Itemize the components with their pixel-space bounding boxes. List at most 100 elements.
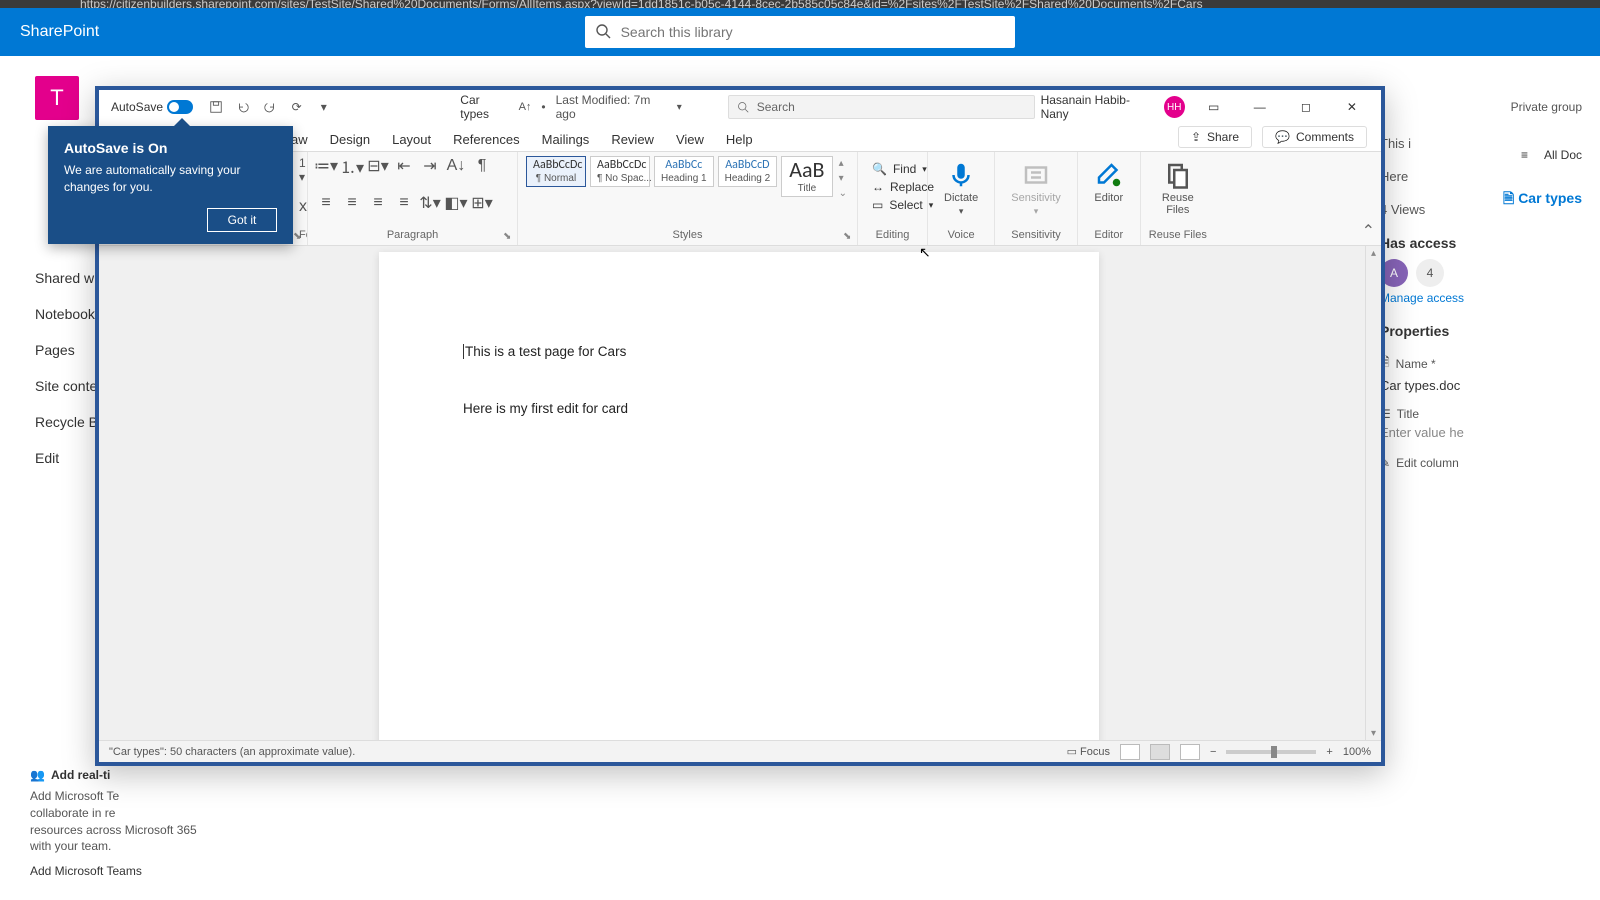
word-search[interactable]: Search (728, 95, 1035, 119)
comments-button[interactable]: 💬Comments (1262, 126, 1367, 148)
print-layout-button[interactable] (1150, 744, 1170, 760)
styles-down-icon[interactable]: ▾ (839, 173, 847, 184)
styles-launcher-icon[interactable]: ⬊ (843, 231, 855, 243)
tab-layout[interactable]: Layout (390, 128, 433, 151)
align-center-icon[interactable]: ≡ (342, 193, 362, 213)
user-avatar[interactable]: HH (1164, 96, 1185, 118)
style-title[interactable]: AaBTitle (781, 156, 832, 197)
add-teams-promo: 👥Add real-ti Add Microsoft Te collaborat… (30, 767, 200, 880)
zoom-in-button[interactable]: + (1326, 746, 1332, 758)
multilevel-icon[interactable]: ⊟▾ (368, 156, 388, 176)
tab-review[interactable]: Review (609, 128, 656, 151)
document-page[interactable]: This is a test page for Cars Here is my … (379, 252, 1099, 740)
reuse-files-button[interactable]: Reuse Files (1149, 156, 1207, 220)
sensitivity-button[interactable]: Sensitivity▾ (1003, 156, 1069, 221)
tab-references[interactable]: References (451, 128, 521, 151)
bullets-icon[interactable]: ≔▾ (316, 156, 336, 176)
sync-button[interactable]: ⟳ (286, 96, 307, 118)
minimize-button[interactable]: — (1243, 93, 1277, 121)
editor-button[interactable]: Editor (1086, 156, 1132, 208)
shared-count-badge[interactable]: 4 (1416, 259, 1444, 287)
focus-mode-button[interactable]: ▭ Focus (1067, 745, 1110, 758)
zoom-level[interactable]: 100% (1343, 746, 1371, 758)
toggle-on-icon[interactable] (167, 100, 193, 114)
line-spacing-icon[interactable]: ⇅▾ (420, 193, 440, 213)
style-heading2[interactable]: AaBbCcDHeading 2 (718, 156, 778, 187)
align-right-icon[interactable]: ≡ (368, 193, 388, 213)
find-button[interactable]: 🔍Find▾ (872, 162, 913, 176)
style-heading1[interactable]: AaBbCcHeading 1 (654, 156, 714, 187)
borders-icon[interactable]: ⊞▾ (472, 193, 492, 213)
read-mode-button[interactable] (1120, 744, 1140, 760)
paragraph-launcher-icon[interactable]: ⬊ (503, 231, 515, 243)
user-name[interactable]: Hasanain Habib-Nany (1041, 93, 1152, 121)
tab-mailings[interactable]: Mailings (540, 128, 592, 151)
styles-group: AaBbCcDc¶ Normal AaBbCcDc¶ No Spac... Aa… (518, 152, 858, 245)
undo-button[interactable] (232, 96, 253, 118)
word-title-bar: AutoSave ⟳ ▾ Car types A↑ • Last Modifie… (99, 90, 1381, 124)
edit-column-link[interactable]: Edit column (1396, 456, 1459, 470)
scroll-up-icon[interactable]: ▴ (1366, 246, 1381, 260)
share-button[interactable]: ⇪Share (1178, 126, 1252, 148)
web-layout-button[interactable] (1180, 744, 1200, 760)
manage-access-link[interactable]: Manage access (1380, 291, 1590, 305)
comment-icon: 💬 (1275, 130, 1290, 144)
decrease-indent-icon[interactable]: ⇤ (394, 156, 414, 176)
word-window: AutoSave ⟳ ▾ Car types A↑ • Last Modifie… (95, 86, 1385, 766)
name-value[interactable]: Car types.doc (1380, 378, 1590, 393)
share-icon: ⇪ (1191, 130, 1201, 144)
doc-line-2[interactable]: Here is my first edit for card (463, 401, 1015, 416)
redo-button[interactable] (259, 96, 280, 118)
autosave-toggle[interactable]: AutoSave (105, 100, 199, 114)
close-button[interactable]: ✕ (1335, 93, 1369, 121)
increase-indent-icon[interactable]: ⇥ (420, 156, 440, 176)
sharepoint-search-input[interactable] (585, 16, 1015, 48)
tab-view[interactable]: View (674, 128, 706, 151)
subscript-icon[interactable]: x₂ (299, 197, 308, 217)
document-name[interactable]: Car types (460, 93, 508, 121)
callout-got-it-button[interactable]: Got it (207, 208, 277, 232)
collapse-ribbon-icon[interactable]: ⌃ (1362, 221, 1375, 241)
shading-icon[interactable]: ◧▾ (446, 193, 466, 213)
view-switcher[interactable]: ≡All Doc (1521, 148, 1582, 162)
styles-up-icon[interactable]: ▴ (839, 158, 847, 169)
select-icon: ▭ (872, 198, 883, 212)
tab-help[interactable]: Help (724, 128, 755, 151)
tab-design[interactable]: Design (328, 128, 372, 151)
maximize-button[interactable]: ◻ (1289, 93, 1323, 121)
select-button[interactable]: ▭Select▾ (872, 198, 913, 212)
site-tile[interactable]: T (35, 76, 79, 120)
save-button[interactable] (205, 96, 226, 118)
status-bar: "Car types": 50 characters (an approxima… (99, 740, 1381, 762)
doc-line-1[interactable]: This is a test page for Cars (465, 344, 626, 359)
zoom-slider[interactable] (1226, 750, 1316, 754)
show-marks-icon[interactable]: ¶ (472, 156, 492, 176)
style-no-spacing[interactable]: AaBbCcDc¶ No Spac... (590, 156, 650, 187)
numbering-icon[interactable]: ⒈▾ (342, 156, 362, 176)
qat-more-button[interactable]: ▾ (313, 96, 334, 118)
sort-icon[interactable]: A↓ (446, 156, 466, 176)
sharepoint-brand[interactable]: SharePoint (20, 23, 99, 41)
font-launcher-icon[interactable]: ⬊ (293, 231, 305, 243)
sharepoint-search[interactable] (585, 16, 1015, 48)
align-left-icon[interactable]: ≡ (316, 193, 336, 213)
document-area[interactable]: This is a test page for Cars Here is my … (99, 246, 1381, 740)
title-placeholder[interactable]: Enter value he (1380, 425, 1590, 440)
styles-group-label: Styles (526, 229, 849, 243)
zoom-out-button[interactable]: − (1210, 746, 1216, 758)
ribbon-mode-button[interactable]: ▭ (1197, 93, 1231, 121)
style-normal[interactable]: AaBbCcDc¶ Normal (526, 156, 586, 187)
voice-group: Dictate▾ Voice (928, 152, 995, 245)
add-teams-link[interactable]: Add Microsoft Teams (30, 863, 200, 880)
last-modified[interactable]: Last Modified: 7m ago (556, 93, 667, 121)
styles-more-icon[interactable]: ⌄ (839, 188, 847, 199)
justify-icon[interactable]: ≡ (394, 193, 414, 213)
accessibility-icon[interactable]: A↑ (519, 101, 532, 113)
scroll-down-icon[interactable]: ▾ (1366, 726, 1381, 740)
vertical-scrollbar[interactable]: ▴ ▾ (1365, 246, 1381, 740)
replace-button[interactable]: ↔Replace (872, 180, 913, 194)
editor-group-label: Editor (1086, 229, 1132, 243)
properties-title: Properties (1380, 323, 1590, 339)
dictate-button[interactable]: Dictate▾ (936, 156, 986, 221)
autosave-callout: AutoSave is On We are automatically savi… (48, 126, 293, 244)
